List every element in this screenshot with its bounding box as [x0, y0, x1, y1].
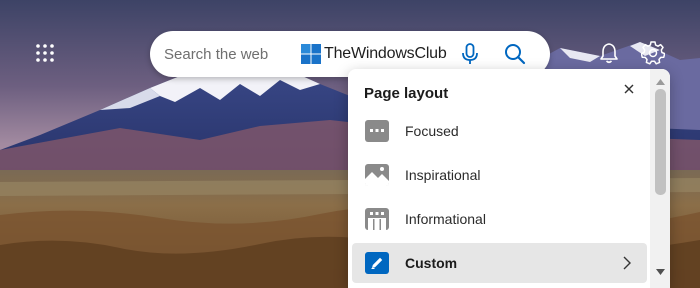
- layout-option-inspirational[interactable]: Inspirational: [352, 155, 647, 195]
- brand-watermark: TheWindowsClub: [301, 43, 447, 65]
- page-layout-panel: Page layout Focused Inspirational Inform…: [348, 69, 670, 288]
- bell-icon[interactable]: [598, 42, 620, 64]
- windows-logo-icon: [301, 44, 321, 64]
- layout-option-label: Focused: [405, 123, 459, 139]
- layout-option-custom[interactable]: Custom: [352, 243, 647, 283]
- layout-option-informational[interactable]: Informational: [352, 199, 647, 239]
- focused-layout-icon: [365, 120, 389, 142]
- search-input[interactable]: [164, 43, 294, 65]
- brand-text: TheWindowsClub: [324, 45, 447, 62]
- pencil-icon: [365, 252, 389, 274]
- apps-grid-icon[interactable]: [35, 43, 55, 63]
- search-icon[interactable]: [503, 42, 527, 66]
- scroll-down-arrow-icon[interactable]: [656, 269, 665, 275]
- layout-option-label: Informational: [405, 211, 486, 227]
- layout-option-label: Custom: [405, 255, 458, 271]
- inspirational-layout-icon: [365, 164, 389, 186]
- close-button[interactable]: [619, 79, 639, 99]
- layout-option-label: Inspirational: [405, 167, 481, 183]
- informational-layout-icon: [365, 208, 389, 230]
- layout-option-focused[interactable]: Focused: [352, 111, 647, 151]
- panel-scrollbar[interactable]: [650, 69, 670, 288]
- gear-icon[interactable]: [640, 41, 666, 65]
- scroll-up-arrow-icon[interactable]: [656, 79, 665, 85]
- panel-title: Page layout: [364, 85, 449, 102]
- close-icon: [624, 84, 634, 94]
- chevron-right-icon: [623, 256, 631, 270]
- microphone-icon[interactable]: [460, 42, 480, 66]
- scrollbar-thumb[interactable]: [655, 89, 666, 195]
